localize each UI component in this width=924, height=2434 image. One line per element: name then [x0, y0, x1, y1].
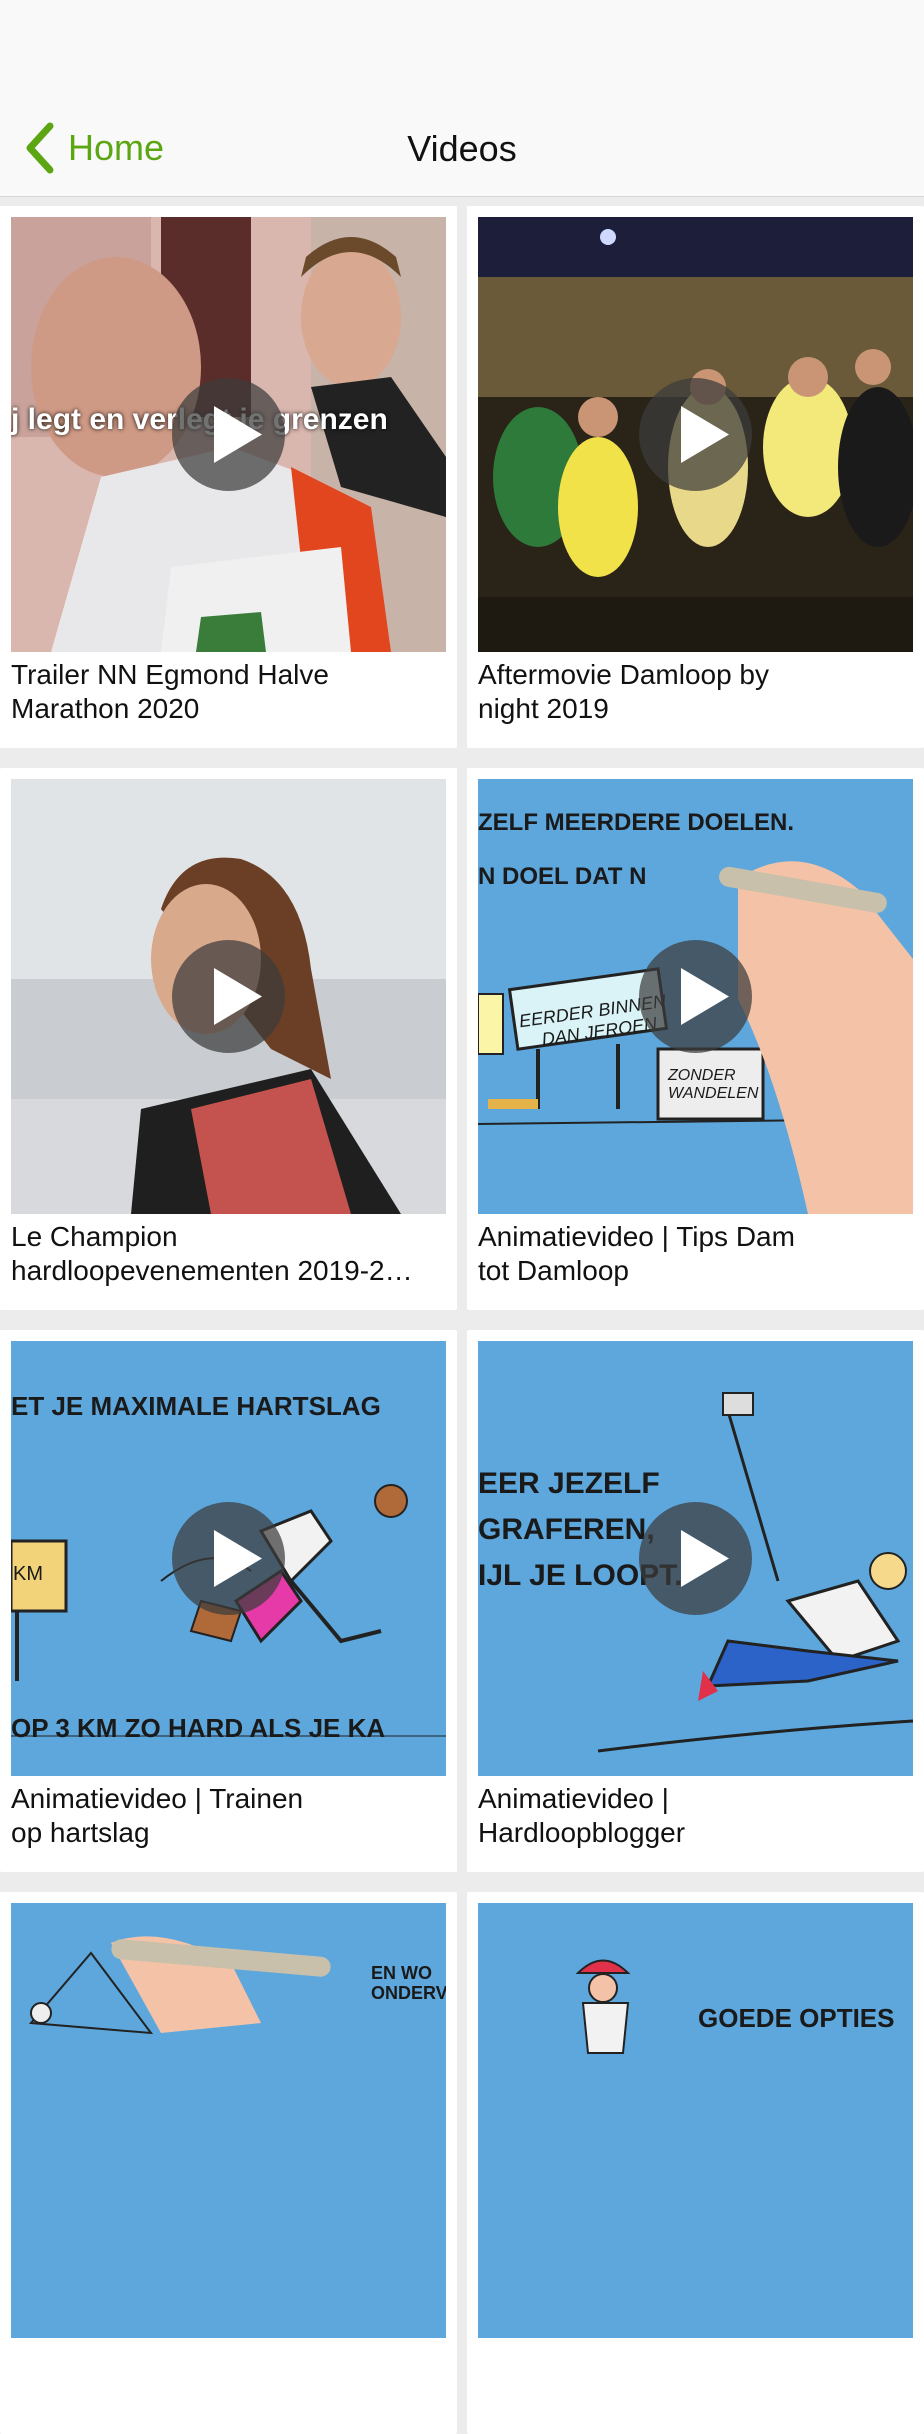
play-button[interactable]	[172, 1502, 285, 1615]
video-title: Aftermovie Damloop by night 2019	[478, 659, 770, 724]
play-icon	[214, 406, 262, 463]
video-thumbnail[interactable]: ZELF MEERDERE DOELEN. N DOEL DAT N EERDE…	[478, 779, 913, 1214]
thumbnail-caption: ZELF MEERDERE DOELEN. N DOEL DAT N	[478, 809, 795, 890]
thumbnail-caption: ET JE MAXIMALE HARTSLAG	[11, 1391, 381, 1421]
play-icon	[214, 968, 262, 1025]
video-thumbnail[interactable]	[478, 217, 913, 652]
video-thumbnail[interactable]: EER JEZELF GRAFEREN, IJL JE LOOPT.	[478, 1341, 913, 1776]
thumbnail-caption: OP 3 KM ZO HARD ALS JE KA	[11, 1713, 386, 1743]
video-title: Animatievideo | Trainen op hartslag	[11, 1783, 304, 1848]
video-card[interactable]: Le Champion hardloopevenementen 2019-2…	[0, 768, 457, 1310]
navigation-bar: Home Videos	[0, 100, 924, 197]
video-card[interactable]: ZELF MEERDERE DOELEN. N DOEL DAT N EERDE…	[467, 768, 924, 1310]
thumbnail-caption: GOEDE OPTIES	[698, 2003, 895, 2033]
video-card[interactable]: Aftermovie Damloop by night 2019	[467, 206, 924, 748]
video-thumbnail[interactable]: ET JE MAXIMALE HARTSLAG OP 3 KM ZO HARD …	[11, 1341, 446, 1776]
play-button[interactable]	[172, 378, 285, 491]
play-button[interactable]	[172, 940, 285, 1053]
play-icon	[681, 968, 729, 1025]
video-title: Le Champion hardloopevenementen 2019-2…	[11, 1221, 413, 1286]
play-button[interactable]	[639, 940, 752, 1053]
video-card[interactable]: GOEDE OPTIES	[467, 1892, 924, 2434]
video-card[interactable]: EN WO ONDERV	[0, 1892, 457, 2434]
sign-text: KM	[13, 1563, 43, 1585]
video-card[interactable]: EER JEZELF GRAFEREN, IJL JE LOOPT. Anima…	[467, 1330, 924, 1872]
video-thumbnail[interactable]: j legt en verlegt je grenzen	[11, 217, 446, 652]
video-card[interactable]: ET JE MAXIMALE HARTSLAG OP 3 KM ZO HARD …	[0, 1330, 457, 1872]
video-title: Animatievideo | Hardloopblogger	[478, 1783, 686, 1848]
play-button[interactable]	[639, 378, 752, 491]
play-icon	[681, 406, 729, 463]
video-grid: j legt en verlegt je grenzen Trailer NN …	[0, 206, 924, 2434]
video-thumbnail[interactable]: EN WO ONDERV	[11, 1903, 446, 2338]
video-thumbnail[interactable]: GOEDE OPTIES	[478, 1903, 913, 2338]
video-title: Trailer NN Egmond Halve Marathon 2020	[11, 659, 329, 724]
thumbnail-caption: EN WO ONDERV	[371, 1963, 446, 2003]
page-title: Videos	[407, 128, 517, 169]
play-icon	[681, 1530, 729, 1587]
sign-text: ZONDER WANDELEN	[668, 1067, 759, 1102]
video-title: Animatievideo | Tips Dam tot Damloop	[478, 1221, 795, 1286]
video-card[interactable]: j legt en verlegt je grenzen Trailer NN …	[0, 206, 457, 748]
status-bar	[0, 0, 924, 100]
play-button[interactable]	[639, 1502, 752, 1615]
video-thumbnail[interactable]	[11, 779, 446, 1214]
play-icon	[214, 1530, 262, 1587]
